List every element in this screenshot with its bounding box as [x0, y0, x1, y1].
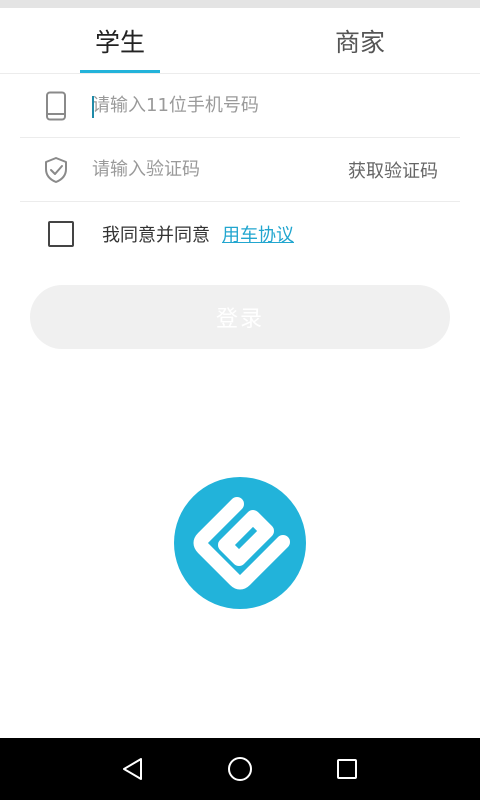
shield-check-icon — [38, 152, 74, 188]
text-cursor — [92, 96, 94, 118]
tab-merchant[interactable]: 商家 — [240, 8, 480, 73]
agreement-checkbox[interactable] — [48, 221, 74, 247]
login-button[interactable]: 登录 — [30, 285, 450, 349]
home-circle-icon[interactable] — [220, 749, 260, 789]
status-bar — [0, 0, 480, 8]
agreement-row: 我同意并同意 用车协议 — [48, 218, 294, 250]
back-triangle-icon[interactable] — [113, 749, 153, 789]
tab-student[interactable]: 学生 — [0, 8, 240, 73]
e-logo-icon — [173, 476, 307, 610]
code-row: 获取验证码 — [20, 138, 460, 202]
phone-icon — [38, 88, 74, 124]
get-code-button[interactable]: 获取验证码 — [348, 157, 438, 183]
agreement-text: 我同意并同意 — [102, 225, 210, 246]
recent-square-icon[interactable] — [327, 749, 367, 789]
phone-input[interactable] — [92, 95, 422, 116]
agreement-link[interactable]: 用车协议 — [222, 221, 294, 247]
role-tabs: 学生 商家 — [0, 8, 480, 74]
code-input[interactable] — [92, 159, 322, 180]
phone-row — [20, 74, 460, 138]
system-nav-bar — [0, 738, 480, 800]
